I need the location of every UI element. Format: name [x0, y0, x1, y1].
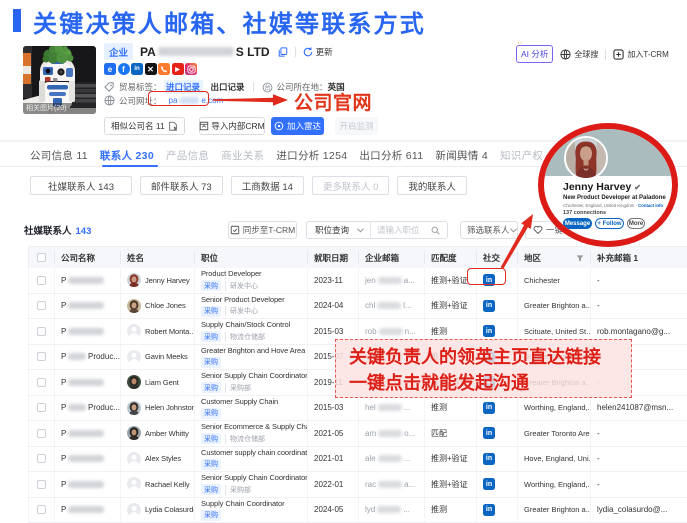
svg-text:台: 台 [264, 82, 270, 91]
